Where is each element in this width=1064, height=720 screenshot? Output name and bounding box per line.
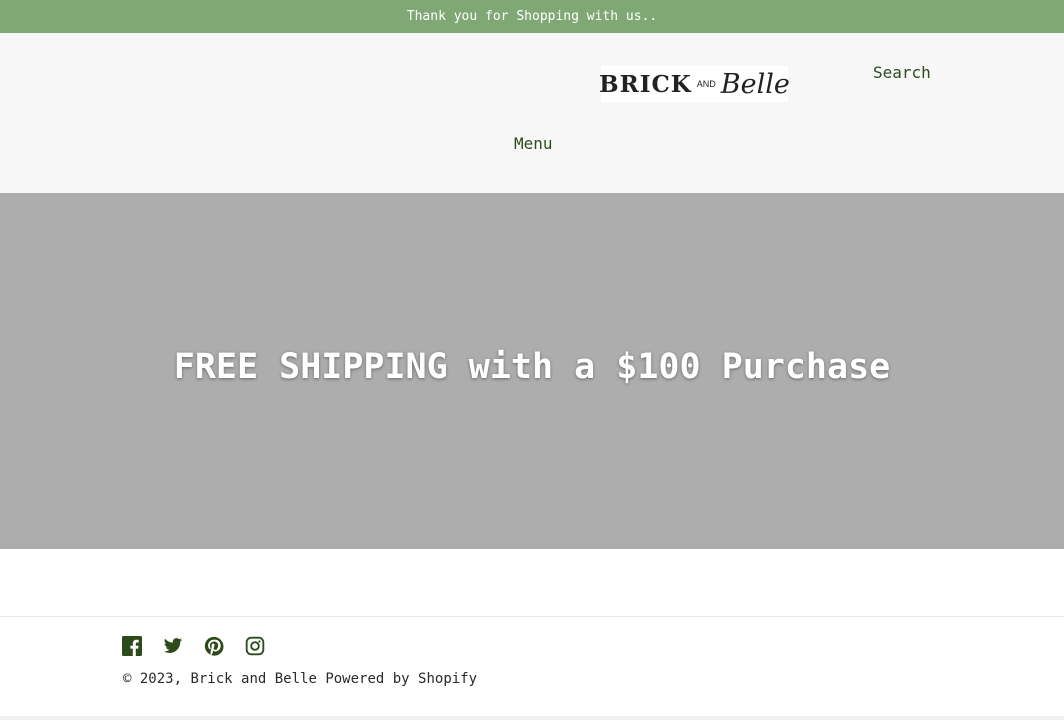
site-header: BRICK AND Belle Search Menu <box>0 33 1064 193</box>
logo-word-and: AND <box>696 79 716 89</box>
menu-toggle[interactable]: Menu <box>514 134 553 153</box>
hero-headline: FREE SHIPPING with a $100 Purchase <box>173 347 891 387</box>
social-links <box>122 636 265 656</box>
powered-by-link[interactable]: Powered by Shopify <box>325 671 477 687</box>
logo-word-brick: BRICK <box>599 70 692 98</box>
announcement-bar: Thank you for Shopping with us.. <box>0 0 1064 33</box>
search-link[interactable]: Search <box>873 63 931 82</box>
facebook-icon[interactable] <box>122 636 142 656</box>
store-name-link[interactable]: Brick and Belle <box>190 671 316 687</box>
twitter-icon[interactable] <box>163 636 183 656</box>
content-spacer <box>0 549 1064 617</box>
hero-banner: FREE SHIPPING with a $100 Purchase <box>0 193 1064 549</box>
copyright-text: © 2023, Brick and Belle Powered by Shopi… <box>123 671 477 687</box>
instagram-icon[interactable] <box>245 636 265 656</box>
pinterest-icon[interactable] <box>204 636 224 656</box>
store-logo[interactable]: BRICK AND Belle <box>599 66 790 102</box>
logo-word-belle: Belle <box>720 68 790 100</box>
announcement-text: Thank you for Shopping with us.. <box>406 9 658 24</box>
copyright-prefix: © 2023, <box>123 671 191 687</box>
site-footer: © 2023, Brick and Belle Powered by Shopi… <box>0 617 1064 720</box>
